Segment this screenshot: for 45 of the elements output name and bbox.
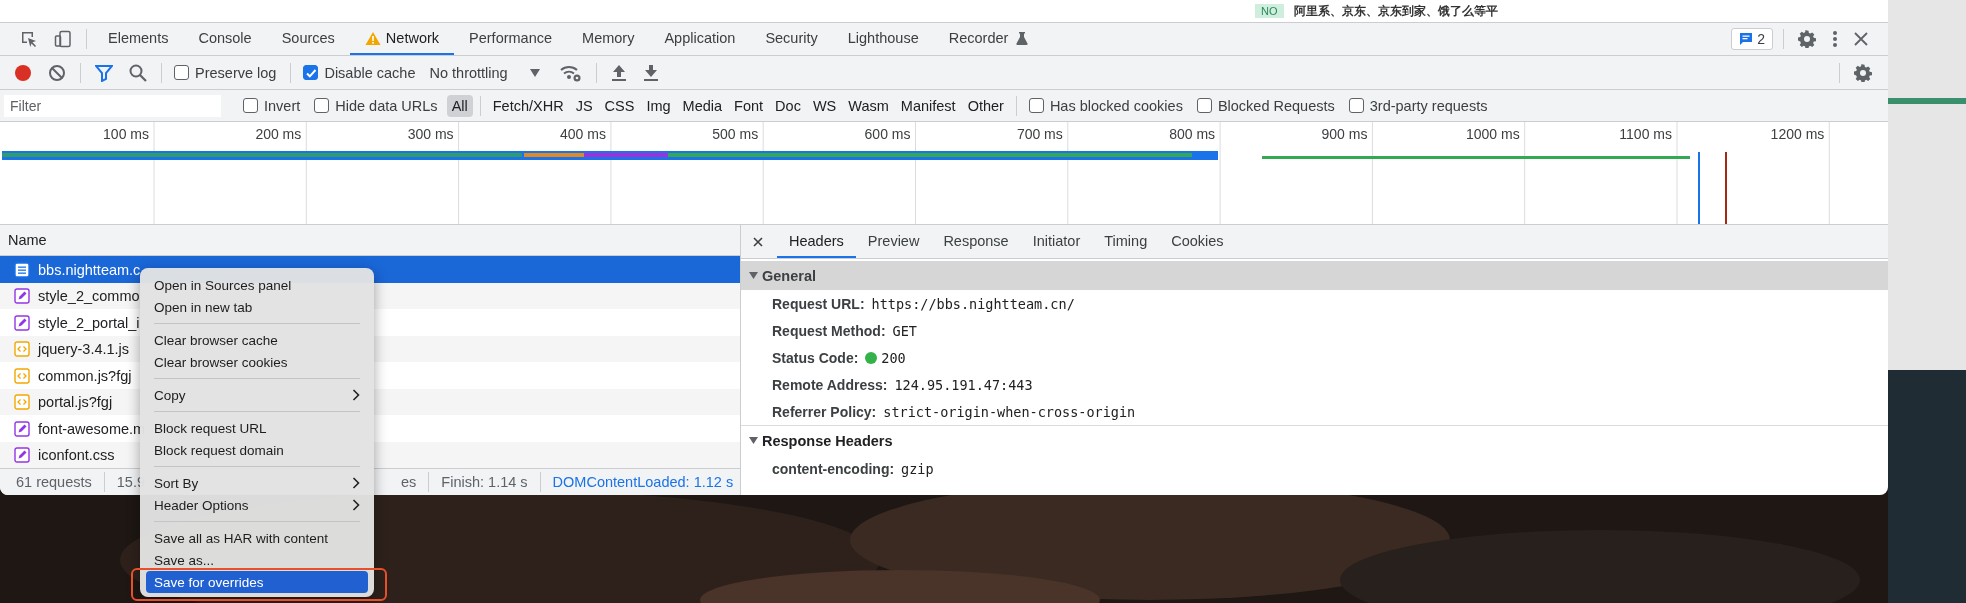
status-text: es [401,474,417,491]
header-name: Referrer Policy: [772,403,877,420]
header-value: 124.95.191.47:443 [894,376,1033,393]
header-name: Remote Address: [772,376,888,393]
axis-tick-label: 500 ms [712,126,759,142]
axis-tick-label: 600 ms [864,126,911,142]
header-value: https://bbs.nightteam.cn/ [871,295,1075,312]
checkbox-label: Invert [264,97,301,114]
axis-tick-label: 300 ms [407,126,454,142]
axis-tick-label: 700 ms [1016,126,1063,142]
checkbox-label: Has blocked cookies [1049,97,1183,114]
status-text: Finish: 1.14 s [441,474,528,491]
header-value: strict-origin-when-cross-origin [883,403,1136,420]
header-name: Request Method: [772,322,886,339]
request-name: iconfont.css [38,447,115,464]
checkbox-label: Hide data URLs [335,97,438,114]
header-name: Request URL: [772,295,865,312]
axis-tick-label: 1000 ms [1466,126,1520,142]
checkbox-label: Preserve log [195,64,277,81]
request-name: common.js?fgj [38,367,132,384]
request-name: font-awesome.m [38,420,146,437]
axis-tick-label: 1100 ms [1619,126,1672,142]
request-name: bbs.nightteam.c [38,261,141,278]
request-name: jquery-3.4.1.js [38,341,130,358]
tag-badge: NO [1255,4,1284,18]
header-value: 200 [881,349,906,366]
axis-tick-label: 200 ms [255,126,302,142]
axis-tick-label: 1200 ms [1770,126,1825,142]
axis-tick-label: 400 ms [560,126,606,142]
request-name: style_2_commo [38,288,140,305]
checkbox-label: 3rd-party requests [1369,97,1488,114]
header-value: gzip [901,460,934,477]
column-header: Name [0,225,740,257]
checkbox-label: Disable cache [324,64,416,81]
status-text: 61 requests [16,474,92,491]
request-name: style_2_portal_i [38,314,140,331]
header-name: content-encoding: [772,460,895,477]
axis-tick-label: 800 ms [1169,126,1216,142]
request-name: portal.js?fgj [38,394,113,411]
checkbox-label: Blocked Requests [1217,97,1335,114]
header-name: Status Code: [772,349,859,366]
axis-tick-label: 100 ms [103,126,149,142]
page-text: 阿里系、京东、京东到家、饿了么等平 [1293,2,1498,20]
axis-tick-label: 900 ms [1321,126,1368,142]
header-value: GET [892,322,917,339]
